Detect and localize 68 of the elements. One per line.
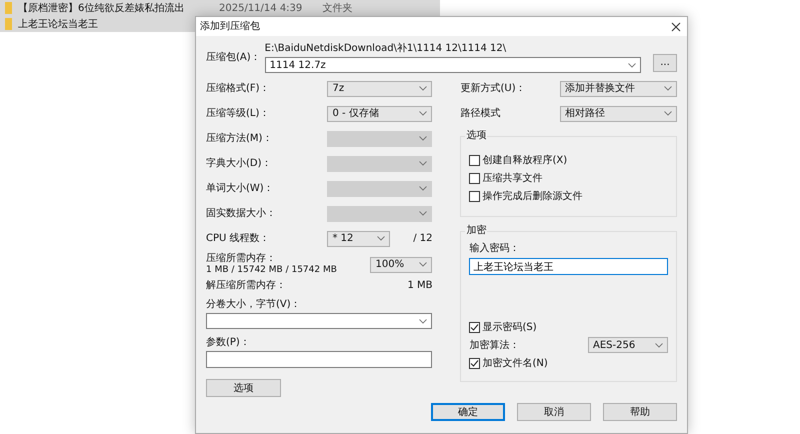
dropdown[interactable]: AES-256 bbox=[588, 337, 668, 353]
dropdown[interactable]: 添加并替换文件 bbox=[560, 80, 677, 96]
chevron-icon bbox=[419, 111, 428, 116]
dialog-button[interactable]: 确定 bbox=[431, 403, 505, 421]
memory-value: 1 MB bbox=[407, 279, 432, 292]
dialog-button[interactable]: 帮助 bbox=[603, 403, 677, 421]
dropdown[interactable]: 0 - 仅存储 bbox=[327, 106, 432, 122]
chevron-icon bbox=[419, 86, 428, 91]
folder-icon bbox=[5, 18, 12, 30]
checkbox[interactable] bbox=[469, 190, 480, 202]
chevron-icon bbox=[664, 111, 672, 116]
memory-usage: 1 MB / 15742 MB / 15742 MB bbox=[206, 265, 337, 277]
field-label: 固实数据大小： bbox=[206, 207, 276, 220]
field-label: 压缩等级(L)： bbox=[206, 107, 270, 120]
field-label: 分卷大小，字节(V)： bbox=[206, 298, 302, 311]
checkbox-label: 操作完成后删除源文件 bbox=[482, 190, 582, 202]
group-title: 选项 bbox=[465, 129, 488, 142]
dropdown[interactable]: * 12 bbox=[327, 230, 390, 246]
field-label: 输入密码： bbox=[469, 242, 520, 255]
chevron-icon bbox=[655, 342, 663, 348]
field-label: 更新方式(U)： bbox=[460, 82, 526, 95]
field-label: 加密算法： bbox=[469, 338, 520, 352]
password-field[interactable]: 上老王论坛当老王 bbox=[469, 258, 668, 275]
dialog-button[interactable]: 取消 bbox=[517, 403, 591, 421]
archive-path: E:\BaiduNetdiskDownload\补1\1114 12\1114 12\ bbox=[264, 42, 508, 55]
dropdown[interactable]: 相对路径 bbox=[560, 106, 677, 122]
file-name[interactable]: 【原档泄密】6位纯欲反差婊私拍流出 bbox=[18, 2, 188, 14]
chevron-icon bbox=[419, 161, 428, 166]
field-label: 解压缩所需内存： bbox=[206, 279, 286, 292]
file-type: 文件夹 bbox=[322, 2, 352, 14]
chevron-icon bbox=[377, 236, 386, 241]
window-title: 添加到压缩包 bbox=[200, 20, 260, 33]
field-label: 压缩格式(F)： bbox=[206, 82, 270, 95]
field-label: 单词大小(W)： bbox=[206, 182, 274, 195]
field-label: CPU 线程数： bbox=[206, 232, 270, 245]
checkbox[interactable] bbox=[469, 322, 480, 332]
checkbox-label: 压缩共享文件 bbox=[482, 172, 542, 184]
chevron-icon bbox=[419, 211, 428, 216]
group-title: 加密 bbox=[465, 224, 488, 237]
field-label: 参数(P)： bbox=[206, 336, 251, 349]
field-label: 压缩方法(M)： bbox=[206, 132, 272, 145]
thread-total: / 12 bbox=[413, 232, 432, 245]
chevron-icon bbox=[419, 136, 428, 141]
checkbox[interactable] bbox=[469, 154, 480, 166]
dropdown[interactable]: 1114 12.7z bbox=[264, 57, 641, 73]
checkbox-label: 加密文件名(N) bbox=[482, 356, 548, 370]
dropdown[interactable]: 100% bbox=[370, 256, 432, 272]
chevron-icon bbox=[419, 262, 428, 267]
checkbox-label: 显示密码(S) bbox=[482, 320, 537, 334]
chevron-icon bbox=[628, 62, 636, 68]
checkbox[interactable] bbox=[469, 172, 480, 184]
checkbox[interactable] bbox=[469, 358, 480, 368]
options-button[interactable]: 选项 bbox=[206, 379, 281, 397]
chevron-icon bbox=[664, 86, 672, 91]
checkbox-label: 创建自释放程序(X) bbox=[482, 154, 568, 166]
browse-button[interactable]: ... bbox=[653, 54, 677, 72]
chevron-icon bbox=[419, 186, 428, 191]
field-label: 字典大小(D)： bbox=[206, 157, 272, 170]
dropdown[interactable] bbox=[206, 313, 432, 329]
folder-icon bbox=[5, 2, 12, 14]
field-label: 压缩包(A)： bbox=[206, 51, 261, 64]
close-icon[interactable] bbox=[671, 22, 681, 32]
parameters-field[interactable] bbox=[206, 351, 432, 368]
field-label: 压缩所需内存： bbox=[206, 252, 277, 265]
chevron-icon bbox=[419, 318, 428, 324]
field-label: 路径模式 bbox=[460, 107, 500, 120]
dropdown[interactable]: 7z bbox=[327, 80, 432, 96]
file-date: 2025/11/14 4:39 bbox=[219, 2, 302, 14]
